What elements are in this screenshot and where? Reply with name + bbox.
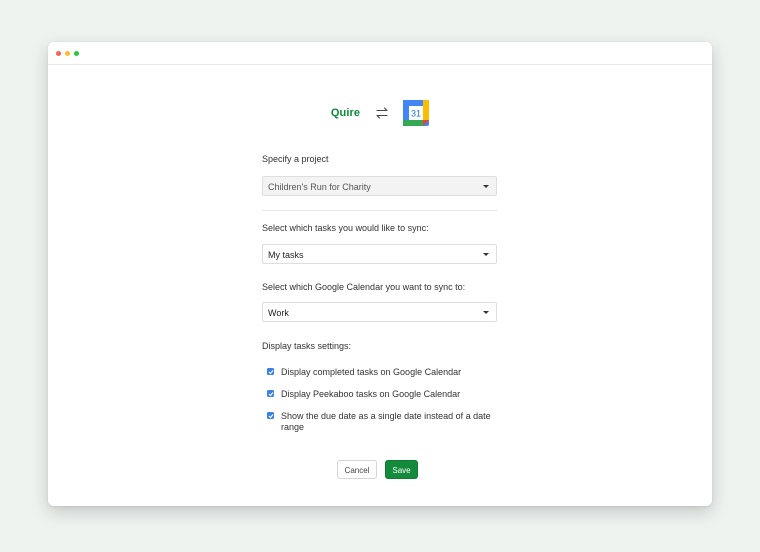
window-close-button[interactable] (56, 50, 61, 56)
project-label: Specify a project (262, 154, 329, 164)
option-completed-tasks: Display completed tasks on Google Calend… (262, 367, 491, 378)
check-icon (268, 369, 273, 374)
main-content: Quire 31 Specify a project Children's Ru… (48, 65, 712, 506)
calendar-label: Select which Google Calendar you want to… (262, 282, 466, 292)
tasks-select-value: My tasks (268, 250, 304, 260)
title-bar (48, 42, 712, 65)
display-settings-label: Display tasks settings: (262, 341, 352, 351)
tasks-label: Select which tasks you would like to syn… (262, 223, 429, 233)
chevron-down-icon (483, 253, 489, 256)
check-icon (268, 413, 273, 418)
single-due-date-checkbox[interactable] (267, 412, 274, 419)
project-select[interactable]: Children's Run for Charity (262, 176, 497, 196)
swap-arrows-icon (376, 107, 388, 119)
window-maximize-button[interactable] (74, 50, 79, 56)
check-icon (268, 391, 273, 396)
calendar-select[interactable]: Work (262, 302, 497, 322)
calendar-day-text: 31 (411, 109, 421, 119)
quire-logo: Quire (330, 107, 361, 119)
action-buttons: Cancel Save (48, 460, 712, 479)
divider (262, 210, 497, 211)
window-minimize-button[interactable] (65, 50, 70, 56)
integration-header: Quire 31 (48, 100, 712, 126)
completed-tasks-checkbox[interactable] (267, 368, 274, 375)
option-peekaboo-tasks: Display Peekaboo tasks on Google Calenda… (262, 389, 491, 400)
calendar-select-value: Work (268, 308, 289, 318)
peekaboo-tasks-label: Display Peekaboo tasks on Google Calenda… (281, 389, 461, 399)
completed-tasks-label: Display completed tasks on Google Calend… (281, 367, 462, 377)
save-button[interactable]: Save (385, 460, 418, 479)
single-due-date-label: Show the due date as a single date inste… (281, 411, 491, 432)
peekaboo-tasks-checkbox[interactable] (267, 390, 274, 397)
app-window: Quire 31 Specify a project Children's Ru… (48, 42, 712, 506)
chevron-down-icon (483, 311, 489, 314)
cancel-button[interactable]: Cancel (337, 460, 377, 479)
google-calendar-icon: 31 (403, 100, 430, 126)
project-select-value: Children's Run for Charity (268, 182, 371, 192)
tasks-select[interactable]: My tasks (262, 244, 497, 264)
option-single-due-date: Show the due date as a single date inste… (262, 411, 491, 433)
chevron-down-icon (483, 185, 489, 188)
